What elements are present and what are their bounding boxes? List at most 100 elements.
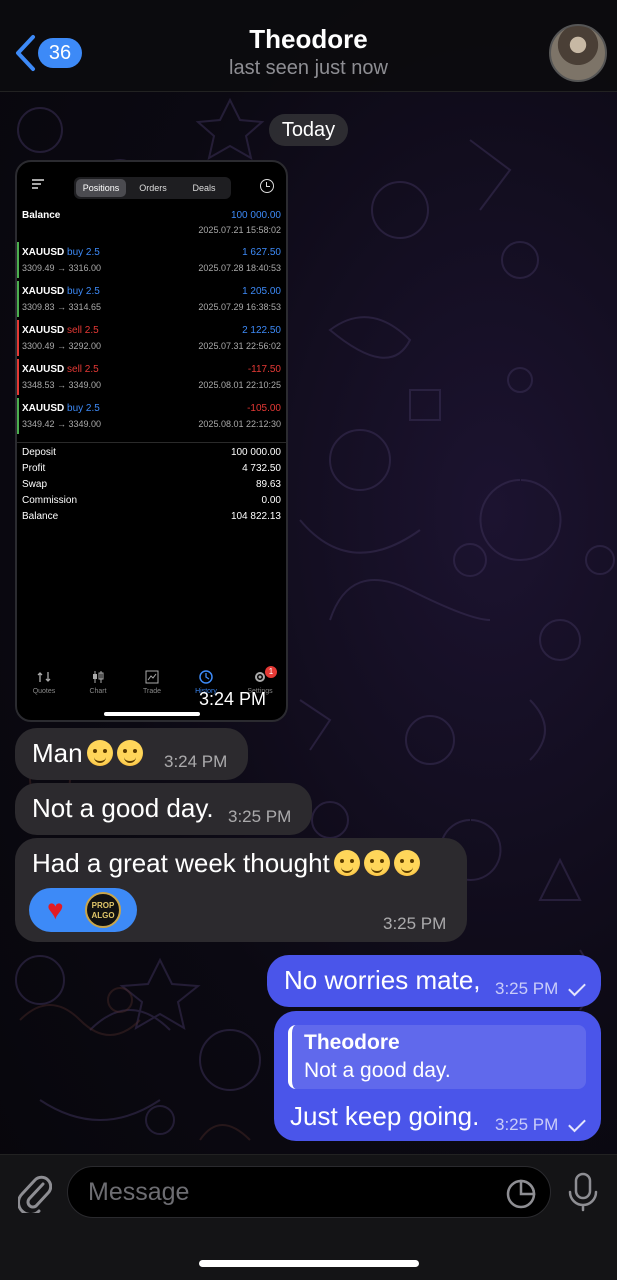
side-bar [17,281,19,317]
reactions-pill[interactable]: ♥ PROP ALGO [29,888,137,932]
trade-symbol: XAUUSD buy 2.5 [22,403,100,414]
outgoing-reply-message[interactable]: Theodore Not a good day. Just keep going… [274,1011,601,1141]
balance-row: Balance 100 000.00 2025.07.21 15:58:02 [17,208,286,240]
summary-value: 100 000.00 [230,447,281,458]
screenshot-topbar: Positions Orders Deals [17,162,286,208]
trade-time: 2025.07.28 18:40:53 [198,263,281,273]
message-input-field[interactable] [67,1166,551,1218]
notification-badge: 1 [265,666,277,678]
message-input[interactable] [88,1175,468,1209]
summary-row: Deposit 100 000.00 [17,447,286,463]
nav-label: Chart [89,688,107,695]
trade-pnl: 1 627.50 [242,247,281,258]
reply-quote[interactable]: Theodore Not a good day. [288,1025,586,1089]
message-time: 3:25 PM [383,914,447,933]
summary-row: Commission 0.00 [17,495,286,511]
summary-value: 104 822.13 [230,511,281,522]
nav-label: Trade [142,688,162,695]
message-time: 3:25 PM [495,1115,559,1134]
sticker-icon[interactable] [506,1179,536,1209]
clock-icon [260,179,274,193]
symbol-text: XAUUSD [22,403,65,414]
chat-title[interactable]: Theodore [0,24,617,55]
message-time: 3:25 PM [495,979,559,998]
trade-prices: 3309.49 → 3316.00 [22,263,102,273]
trade-pnl: 1 205.00 [242,286,281,297]
message-time: 3:25 PM [228,807,292,826]
message-time: 3:24 PM [164,752,228,771]
balance-value: 100 000.00 [230,210,281,221]
message-text-content: Man [32,738,83,768]
incoming-message[interactable]: Man 3:24 PM [15,728,248,780]
tab-orders: Orders [139,183,167,193]
trade-prices: 3349.42 → 3349.00 [22,419,102,429]
summary-row: Profit 4 732.50 [17,463,286,479]
incoming-message[interactable]: Not a good day. 3:25 PM [15,783,312,835]
account-summary: Deposit 100 000.00 Profit 4 732.50 Swap 89.… [17,442,286,527]
trade-prices: 3348.53 → 3349.00 [22,380,102,390]
trade-prices: 3309.83 → 3314.65 [22,302,102,312]
symbol-text: XAUUSD [22,364,65,375]
image-message[interactable]: Positions Orders Deals Balance 100 000.0… [15,160,288,722]
balance-time: 2025.07.21 15:58:02 [198,225,281,235]
trade-direction: buy 2.5 [67,286,100,297]
trade-direction: sell 2.5 [67,364,99,375]
message-text-content: Had a great week thought [32,848,330,878]
summary-label: Deposit [22,447,56,458]
candles-icon [93,671,104,683]
symbol-text: XAUUSD [22,286,65,297]
trade-time: 2025.07.29 16:38:53 [198,302,281,312]
chat-status: last seen just now [229,57,388,79]
side-bar [17,242,19,278]
home-indicator [199,1260,419,1267]
composer-bar [0,1154,617,1280]
tab-deals: Deals [192,183,216,193]
heart-icon: ♥ [47,894,64,925]
read-check-icon [568,978,586,997]
trade-symbol: XAUUSD buy 2.5 [22,286,100,297]
tab-positions: Positions [76,179,126,197]
summary-label: Profit [22,463,46,474]
message-text: No worries mate, [284,965,481,995]
trade-pnl: -105.00 [247,403,281,414]
reply-text: Not a good day. [304,1059,451,1082]
quotes-icon [37,672,51,682]
trade-symbol: XAUUSD sell 2.5 [22,325,99,336]
summary-value: 0.00 [261,495,281,506]
summary-row: Swap 89.63 [17,479,286,495]
nav-chart: Chart [78,670,118,695]
upside-down-face-emoji [116,740,143,766]
trade-time: 2025.08.01 22:12:30 [198,419,281,429]
microphone-icon[interactable] [566,1172,600,1212]
screenshot-tabs: Positions Orders Deals [74,177,231,199]
message-text: Just keep going. [290,1101,480,1131]
outgoing-message[interactable]: No worries mate, 3:25 PM [267,955,601,1007]
nav-quotes: Quotes [24,670,64,695]
upside-down-face-emoji [86,740,113,766]
prop-algo-avatar: PROP ALGO [85,892,121,928]
trade-icon [145,670,159,684]
contact-avatar[interactable] [549,24,607,82]
trade-direction: buy 2.5 [67,247,100,258]
screenshot-home-indicator [104,712,200,716]
trade-prices: 3300.49 → 3292.00 [22,341,102,351]
message-text: Not a good day. [32,793,214,823]
side-bar [17,398,19,434]
paperclip-icon[interactable] [18,1175,52,1213]
trade-row: XAUUSD buy 2.5 3309.83 → 3314.65 1 205.00 2… [17,281,286,319]
summary-row: Balance 104 822.13 [17,511,286,527]
message-time: 3:24 PM [198,689,266,709]
trade-direction: sell 2.5 [67,325,99,336]
summary-label: Commission [22,495,78,506]
symbol-text: XAUUSD [22,325,65,336]
trade-symbol: XAUUSD buy 2.5 [22,247,100,258]
rofl-emoji [333,850,360,876]
sweat-smile-emoji [393,850,420,876]
nav-trade: Trade [132,670,172,695]
trade-row: XAUUSD buy 2.5 3349.42 → 3349.00 -105.00 20… [17,398,286,436]
incoming-message[interactable]: Had a great week thought ♥ PROP ALGO 3:25… [15,838,467,942]
summary-label: Balance [22,511,59,522]
trade-symbol: XAUUSD sell 2.5 [22,364,99,375]
trade-time: 2025.08.01 22:10:25 [198,380,281,390]
reply-author: Theodore [304,1031,400,1054]
